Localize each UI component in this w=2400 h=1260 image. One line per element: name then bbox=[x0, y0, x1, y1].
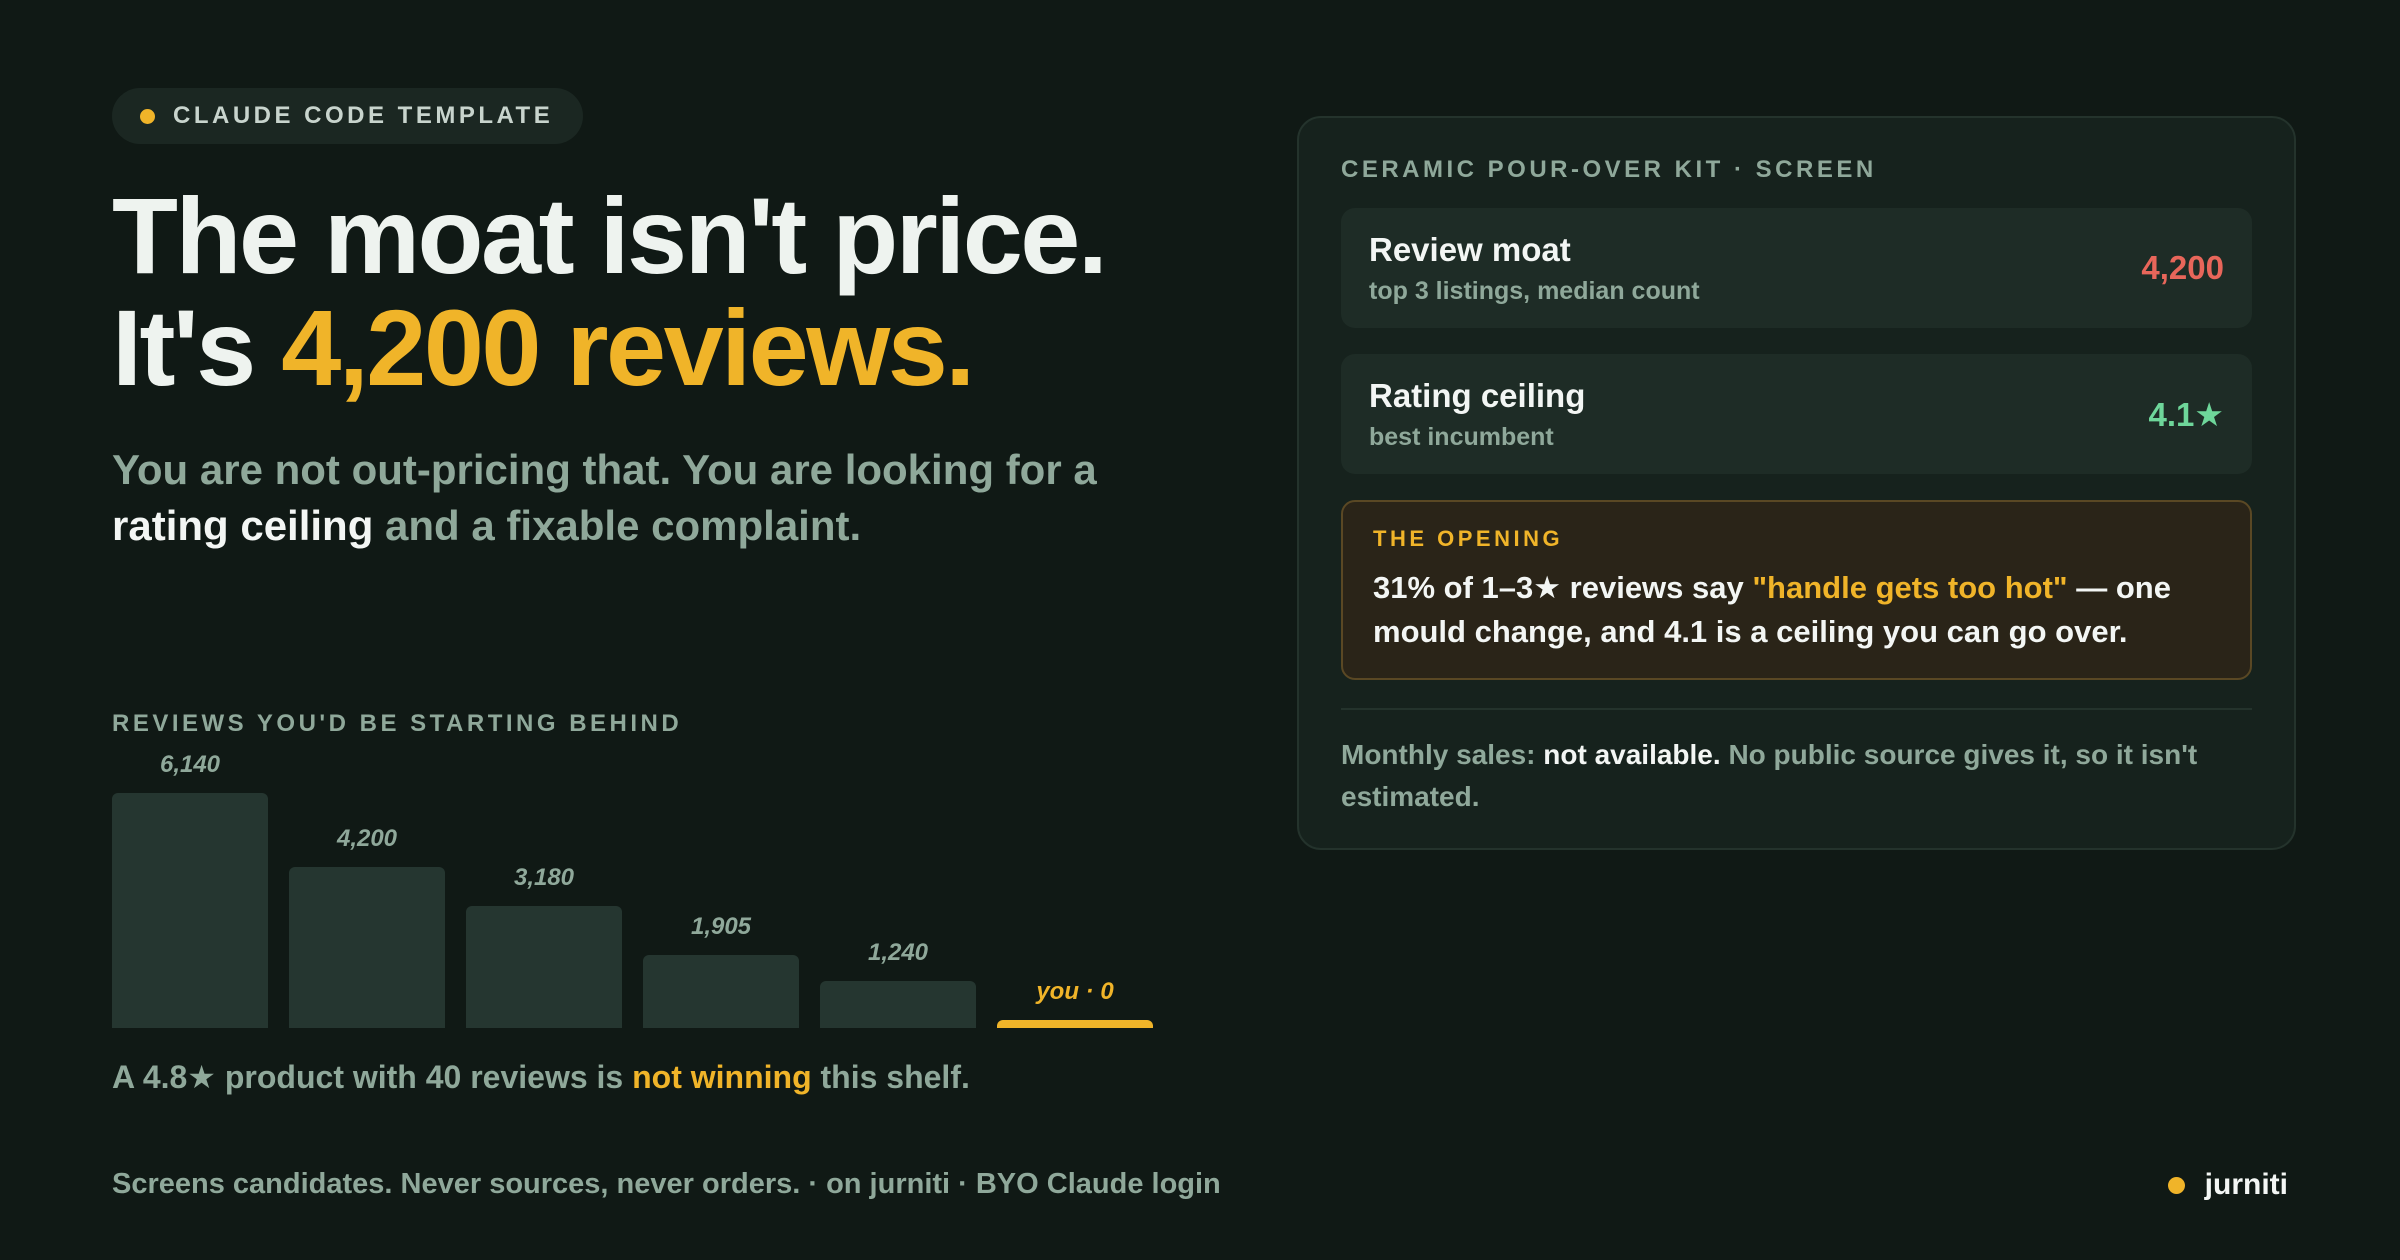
metric-sub: top 3 listings, median count bbox=[1369, 276, 1700, 305]
subheadline: You are not out-pricing that. You are lo… bbox=[112, 442, 1112, 554]
bar-value-label: 1,240 bbox=[867, 939, 929, 966]
note-prefix: Monthly sales: bbox=[1341, 739, 1544, 770]
metric-name: Rating ceiling bbox=[1369, 376, 1586, 414]
opening-label: THE OPENING bbox=[1373, 526, 1564, 551]
metric-value: 4,200 bbox=[2141, 249, 2224, 286]
caption-part-2: this shelf. bbox=[811, 1059, 970, 1095]
chart-bar bbox=[820, 981, 976, 1028]
metric-rating-ceiling: Rating ceiling best incumbent 4.1★ bbox=[1341, 354, 2252, 474]
chart-caption: A 4.8★ product with 40 reviews is not wi… bbox=[112, 1058, 1172, 1096]
hero: CLAUDE CODE TEMPLATE The moat isn't pric… bbox=[112, 88, 1192, 554]
template-badge: CLAUDE CODE TEMPLATE bbox=[112, 88, 584, 144]
chart-bar bbox=[643, 955, 799, 1028]
metric-name: Review moat bbox=[1369, 230, 1571, 268]
headline-accent: 4,200 reviews. bbox=[281, 287, 975, 408]
chart-title: REVIEWS YOU'D BE STARTING BEHIND bbox=[112, 710, 683, 737]
chart-bar bbox=[466, 906, 622, 1028]
note-emphasis: not available. bbox=[1543, 739, 1721, 770]
headline-line-1: The moat isn't price. bbox=[112, 175, 1108, 296]
bar-value-label: 1,905 bbox=[690, 913, 752, 940]
metric-sub: best incumbent bbox=[1369, 422, 1554, 451]
headline-line-2-prefix: It's bbox=[112, 287, 282, 408]
caption-warning: not winning bbox=[632, 1059, 812, 1095]
opening-text: 31% of 1–3★ reviews say "handle gets too… bbox=[1373, 566, 2220, 654]
brand-dot-icon bbox=[2167, 1176, 2185, 1194]
chart-bar-you bbox=[997, 1020, 1153, 1028]
card-divider bbox=[1341, 708, 2252, 710]
headline: The moat isn't price. It's 4,200 reviews… bbox=[112, 180, 1192, 404]
metric-review-moat: Review moat top 3 listings, median count… bbox=[1341, 208, 2252, 328]
opening-callout: THE OPENING 31% of 1–3★ reviews say "han… bbox=[1341, 500, 2252, 680]
card-title: CERAMIC POUR-OVER KIT · SCREEN bbox=[1341, 156, 1877, 183]
bar-value-label: 6,140 bbox=[159, 751, 221, 778]
bar-value-label: you · 0 bbox=[1036, 978, 1114, 1005]
reviews-chart: REVIEWS YOU'D BE STARTING BEHIND 6,140 4,… bbox=[112, 710, 1172, 1096]
metric-text: Rating ceiling best incumbent bbox=[1369, 377, 1585, 452]
screen-card: CERAMIC POUR-OVER KIT · SCREEN Review mo… bbox=[1297, 116, 2296, 850]
chart-bar bbox=[112, 793, 268, 1028]
metric-text: Review moat top 3 listings, median count bbox=[1369, 231, 1700, 306]
status-dot-icon bbox=[140, 108, 155, 124]
metric-value: 4.1★ bbox=[2148, 395, 2224, 433]
bar-chart: 6,140 4,200 3,180 1,905 1,240 you · 0 bbox=[112, 738, 1172, 1028]
subheadline-part-1: You are not out-pricing that. You are lo… bbox=[112, 446, 1097, 493]
subheadline-emphasis: rating ceiling bbox=[112, 502, 374, 549]
opening-text-before: 31% of 1–3★ reviews say bbox=[1373, 570, 1753, 605]
caption-part-1: A 4.8★ product with 40 reviews is bbox=[112, 1059, 633, 1095]
chart-bar bbox=[289, 867, 445, 1028]
badge-label: CLAUDE CODE TEMPLATE bbox=[173, 102, 554, 129]
opening-quote: "handle gets too hot" bbox=[1752, 570, 2068, 605]
bar-value-label: 3,180 bbox=[513, 864, 575, 891]
subheadline-part-2: and a fixable complaint. bbox=[373, 502, 862, 549]
bar-value-label: 4,200 bbox=[336, 825, 398, 852]
footer-brand[interactable]: jurniti bbox=[2167, 1168, 2288, 1202]
brand-name: jurniti bbox=[2204, 1168, 2288, 1201]
sales-note: Monthly sales: not available. No public … bbox=[1341, 734, 2252, 818]
footer-text: Screens candidates. Never sources, never… bbox=[112, 1168, 1221, 1200]
